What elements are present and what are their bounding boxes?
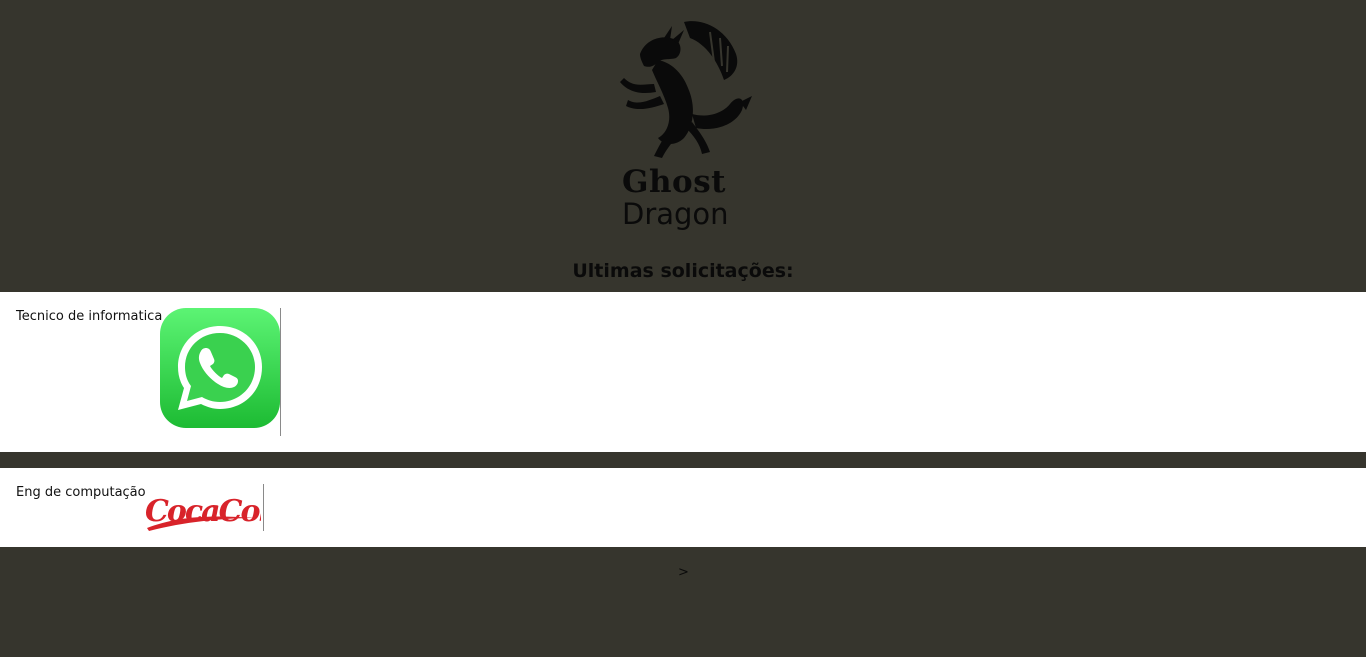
next-page-link[interactable]: > — [678, 565, 689, 580]
coca-cola-logo: CocaCola — [143, 484, 288, 531]
request-card[interactable]: Tecnico de informatica — [0, 292, 1366, 452]
request-title: Tecnico de informatica — [16, 309, 163, 324]
request-card[interactable]: Eng de computação CocaCola — [0, 468, 1366, 547]
coca-cola-icon: CocaCola — [145, 494, 288, 531]
whatsapp-icon — [160, 308, 280, 428]
page: Ghost Dragon Ultimas solicitações: Tecni… — [0, 0, 1366, 657]
whatsapp-logo — [160, 308, 281, 436]
ghost-dragon-logo: Ghost Dragon — [606, 14, 760, 238]
brand-name-line2: Dragon — [622, 197, 729, 231]
brand-name-line1: Ghost — [622, 164, 726, 200]
request-title: Eng de computação — [16, 485, 146, 500]
section-title: Ultimas solicitações: — [572, 260, 794, 282]
dragon-icon — [620, 21, 752, 158]
